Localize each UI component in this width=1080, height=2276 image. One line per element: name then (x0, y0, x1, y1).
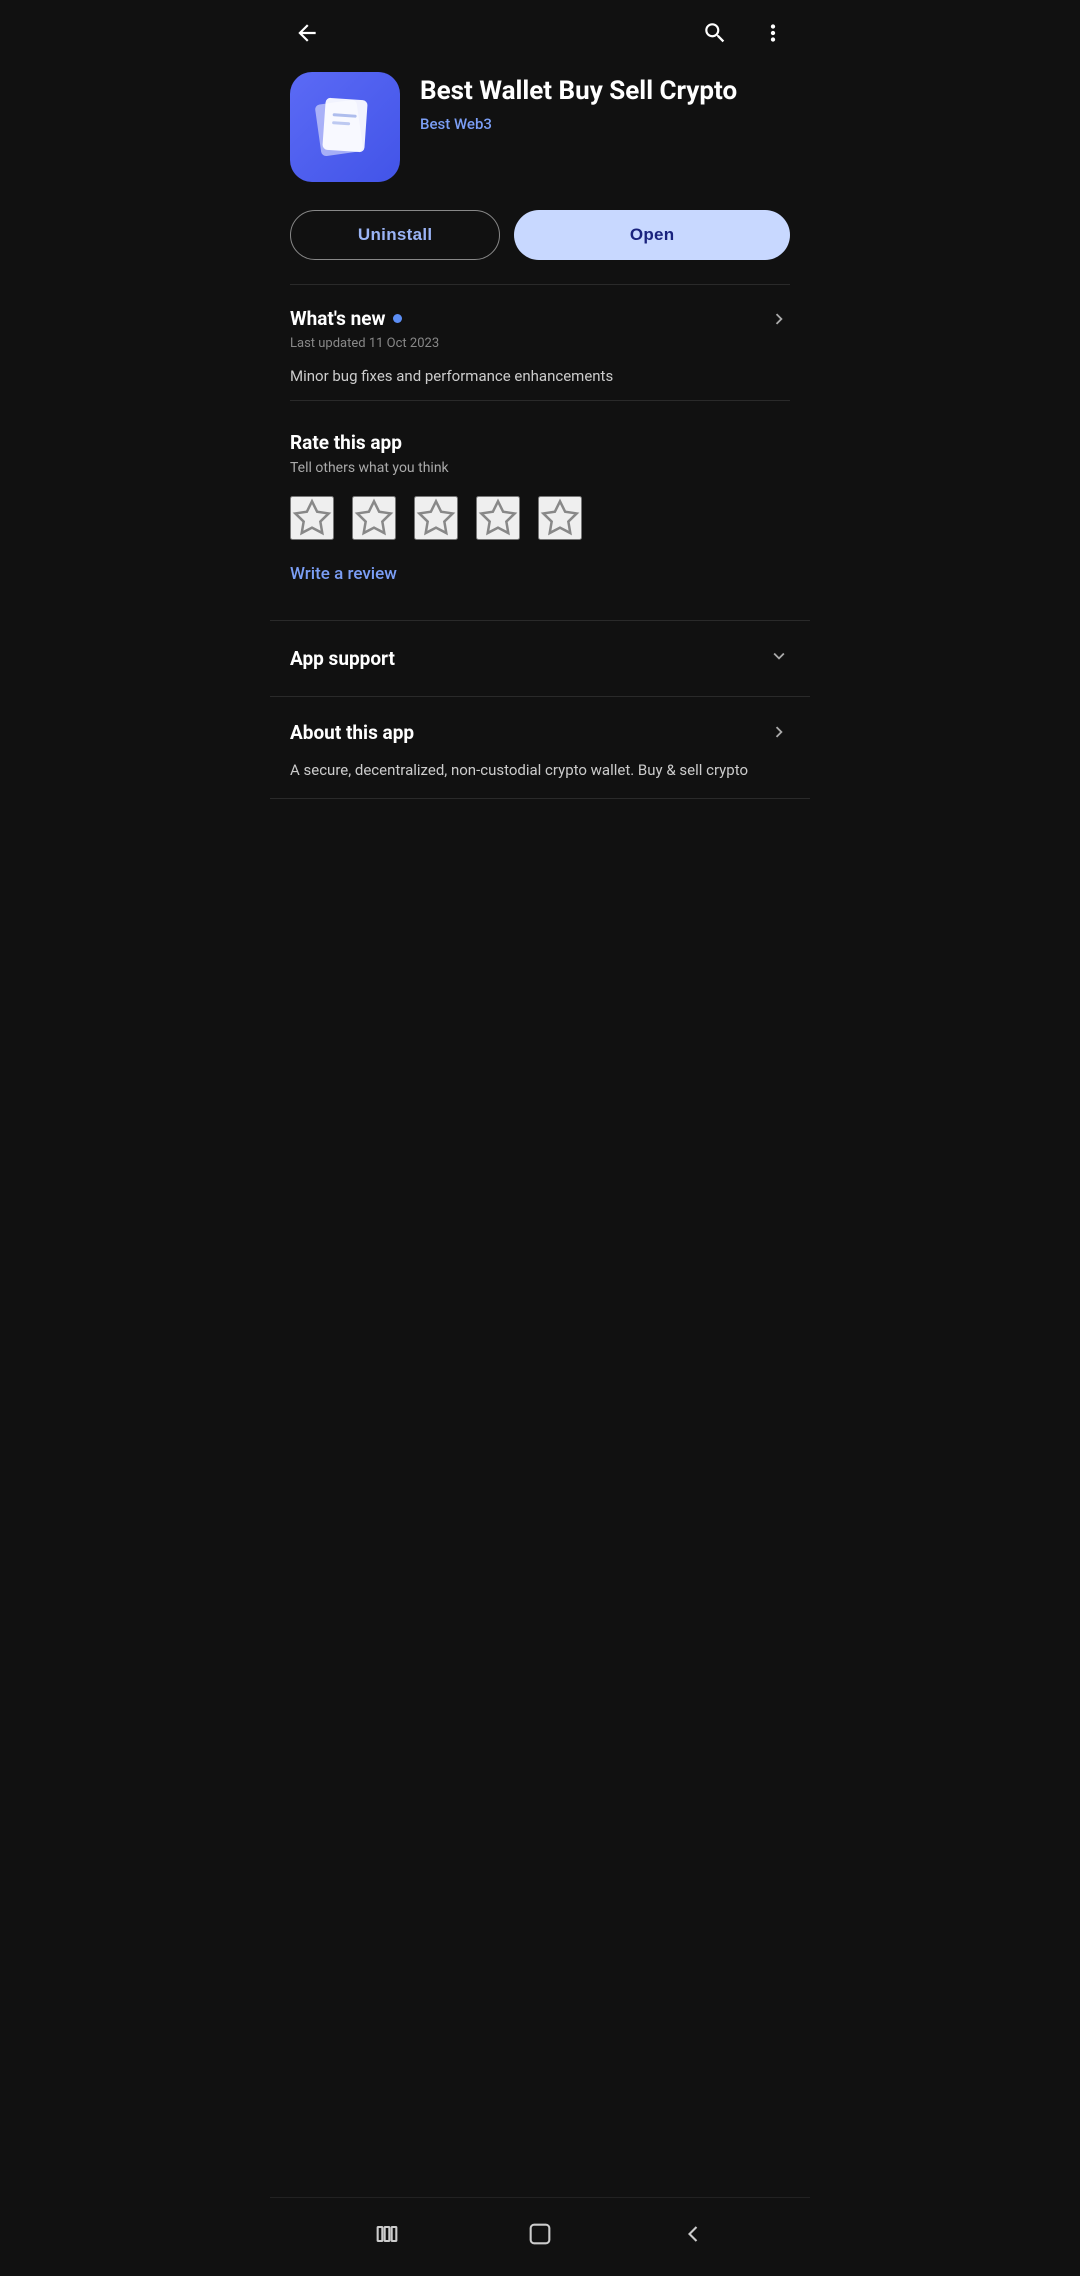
chevron-down-icon (768, 645, 790, 672)
uninstall-button[interactable]: Uninstall (290, 210, 500, 260)
whats-new-arrow[interactable] (768, 308, 790, 330)
about-header: About this app (290, 721, 790, 744)
action-buttons: Uninstall Open (270, 202, 810, 284)
bottom-nav (270, 2197, 810, 2276)
rate-section: Rate this app Tell others what you think (270, 401, 810, 604)
nav-back-button[interactable] (659, 2212, 727, 2256)
app-developer: Best Web3 (420, 115, 737, 133)
top-bar (270, 0, 810, 62)
nav-home-button[interactable] (506, 2212, 574, 2256)
app-support-title: App support (290, 647, 395, 670)
about-title: About this app (290, 721, 414, 744)
top-bar-left (290, 16, 324, 50)
star-4[interactable] (476, 496, 520, 540)
bottom-spacer (270, 799, 810, 879)
stars-row (290, 496, 790, 540)
about-arrow[interactable] (768, 721, 790, 743)
nav-recents-button[interactable] (353, 2212, 421, 2256)
whats-new-header: What's new (290, 307, 790, 330)
search-button[interactable] (698, 16, 732, 50)
whats-new-section: What's new Last updated 11 Oct 2023 Mino… (270, 285, 810, 400)
star-1[interactable] (290, 496, 334, 540)
new-indicator-dot (393, 314, 402, 323)
rate-subtitle: Tell others what you think (290, 460, 790, 476)
open-button[interactable]: Open (514, 210, 790, 260)
last-updated-text: Last updated 11 Oct 2023 (290, 336, 790, 351)
whats-new-description: Minor bug fixes and performance enhancem… (290, 365, 790, 388)
about-section: About this app A secure, decentralized, … (270, 697, 810, 799)
app-header: Best Wallet Buy Sell Crypto Best Web3 (270, 62, 810, 202)
star-3[interactable] (414, 496, 458, 540)
whats-new-header-left: What's new (290, 307, 402, 330)
top-bar-right (698, 16, 790, 50)
app-title: Best Wallet Buy Sell Crypto (420, 76, 737, 107)
app-support-section[interactable]: App support (270, 620, 810, 697)
more-options-button[interactable] (756, 16, 790, 50)
star-2[interactable] (352, 496, 396, 540)
rate-title: Rate this app (290, 431, 790, 454)
whats-new-title: What's new (290, 307, 385, 330)
write-review-link[interactable]: Write a review (290, 564, 397, 584)
about-description: A secure, decentralized, non-custodial c… (290, 758, 790, 782)
star-5[interactable] (538, 496, 582, 540)
back-button[interactable] (290, 16, 324, 50)
app-icon (290, 72, 400, 182)
app-title-section: Best Wallet Buy Sell Crypto Best Web3 (420, 72, 737, 133)
